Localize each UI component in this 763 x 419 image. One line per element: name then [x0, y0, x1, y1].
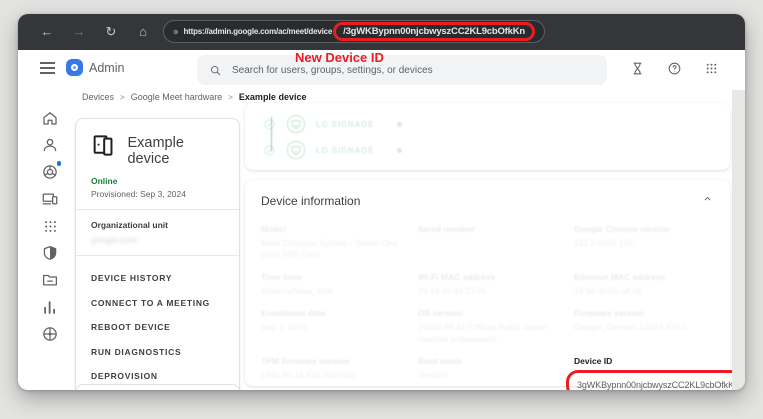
security-shield-icon[interactable] [41, 244, 59, 262]
action-reboot-device[interactable]: REBOOT DEVICE [91, 315, 224, 340]
info-field-boot-mode: Boot modeVerified [418, 356, 574, 390]
org-unit-value: google.com [91, 235, 224, 245]
breadcrumb-current-page: Example device [239, 92, 307, 102]
device-status-badge: Online [91, 176, 224, 186]
device-id-label: Device ID [574, 356, 745, 366]
device-summary-card: Example device Online Provisioned: Sep 3… [75, 118, 240, 390]
breadcrumb-separator: > [228, 93, 233, 102]
reporting-chart-icon[interactable] [41, 298, 59, 316]
info-field-time-zone: Time zoneAmerica/New_York [261, 272, 418, 297]
info-field-tpm-version: TPM firmware version1345.40.19.431.35645… [261, 356, 418, 390]
nav-rail [33, 109, 67, 343]
chrome-browser-icon[interactable] [41, 163, 59, 181]
url-device-id-text: /3gWKBypnn00njcbwyszCC2KL9cbOfkKn [343, 26, 525, 37]
url-device-id-highlight: /3gWKBypnn00njcbwyszCC2KL9cbOfkKn [333, 22, 535, 41]
info-field-enrollment-date: Enrollment dateSep 3, 2024 [261, 308, 418, 345]
peripherals-card: LG SIGNAGE LG SIGNAGE [245, 103, 730, 170]
home-icon[interactable] [41, 109, 59, 127]
status-dot [397, 148, 402, 153]
site-info-icon[interactable] [173, 27, 178, 37]
breadcrumb: Devices > Google Meet hardware > Example… [82, 92, 306, 102]
info-field-os-version: OS version16093.68.43 (Official Build) s… [418, 308, 574, 345]
admin-logo-icon[interactable] [66, 59, 83, 76]
info-field-wifi-mac: Wi-Fi MAC address28:16:42:44:21:91 [418, 272, 574, 297]
info-field-ethernet-mac: Ethernet MAC address74:56:3c:55:a4:a9 [574, 272, 745, 297]
next-card-partial [75, 384, 240, 390]
devices-icon[interactable] [41, 190, 59, 208]
forward-icon[interactable]: → [70, 23, 88, 41]
section-title: Device information [261, 194, 714, 208]
admin-app-header: Admin [18, 50, 745, 88]
info-field-firmware-version: Firmware versionGoogle_Genesis.13324.429… [574, 308, 745, 345]
info-field-serial-number: Serial number [418, 224, 574, 261]
info-field-model: ModelMeet Compute System - Series One (I… [261, 224, 418, 261]
provisioned-date: Provisioned: Sep 3, 2024 [91, 189, 224, 199]
action-connect-to-meeting[interactable]: CONNECT TO A MEETING [91, 291, 224, 316]
device-name: Example device [127, 132, 224, 167]
peripheral-label: LG SIGNAGE [316, 146, 374, 155]
search-icon [209, 64, 222, 77]
url-annotation-label: New Device ID [295, 50, 384, 65]
notification-dot [57, 161, 62, 166]
peripheral-row[interactable]: LG SIGNAGE [263, 137, 730, 163]
org-unit-label: Organizational unit [91, 220, 224, 230]
device-info-grid: ModelMeet Compute System - Series One (I… [261, 224, 714, 390]
directory-folder-icon[interactable] [41, 271, 59, 289]
url-base-text: https://admin.google.com/ac/meet/device [183, 27, 332, 36]
device-information-card: Device information ModelMeet Compute Sys… [245, 180, 730, 386]
product-name: Admin [89, 61, 124, 75]
header-actions [627, 58, 721, 78]
info-field-chrome-version: Google Chrome version132.0.6834.162 [574, 224, 745, 261]
breadcrumb-meet-hardware[interactable]: Google Meet hardware [131, 92, 223, 102]
search-bar[interactable] [197, 55, 607, 85]
menu-icon[interactable] [40, 62, 55, 74]
breadcrumb-separator: > [120, 93, 125, 102]
check-circle-icon [263, 118, 276, 131]
apps-icon[interactable] [41, 217, 59, 235]
peripheral-row[interactable]: LG SIGNAGE [263, 111, 730, 137]
pending-tasks-icon[interactable] [627, 58, 647, 78]
status-dot [397, 122, 402, 127]
divider [76, 209, 239, 210]
browser-home-icon[interactable]: ⌂ [134, 23, 152, 41]
collapse-chevron-icon[interactable] [701, 192, 714, 210]
address-bar[interactable]: https://admin.google.com/ac/meet/device … [163, 20, 545, 43]
check-circle-icon [263, 144, 276, 157]
action-run-diagnostics[interactable]: RUN DIAGNOSTICS [91, 340, 224, 365]
search-input[interactable] [232, 65, 595, 76]
users-icon[interactable] [41, 136, 59, 154]
divider [76, 255, 239, 256]
meet-device-logo-icon [91, 132, 116, 159]
browser-toolbar: ← → ↻ ⌂ https://admin.google.com/ac/meet… [18, 14, 745, 50]
info-field-device-id: Device ID 3gWKBypnn00njcbwyszCC2KL9cbOfk… [574, 356, 745, 390]
breadcrumb-devices[interactable]: Devices [82, 92, 114, 102]
network-icon[interactable] [41, 325, 59, 343]
browser-window: ← → ↻ ⌂ https://admin.google.com/ac/meet… [18, 14, 745, 390]
reload-icon[interactable]: ↻ [102, 23, 120, 41]
action-device-history[interactable]: DEVICE HISTORY [91, 266, 224, 291]
peripheral-label: LG SIGNAGE [316, 120, 374, 129]
scrollbar-track[interactable] [732, 90, 745, 390]
apps-grid-icon[interactable] [701, 58, 721, 78]
help-icon[interactable] [664, 58, 684, 78]
device-id-highlight: 3gWKBypnn00njcbwyszCC2KL9cbOfkKn [566, 370, 745, 390]
display-device-icon [285, 139, 307, 161]
back-icon[interactable]: ← [38, 23, 56, 41]
device-id-value: 3gWKBypnn00njcbwyszCC2KL9cbOfkKn [577, 380, 739, 390]
display-device-icon [285, 113, 307, 135]
